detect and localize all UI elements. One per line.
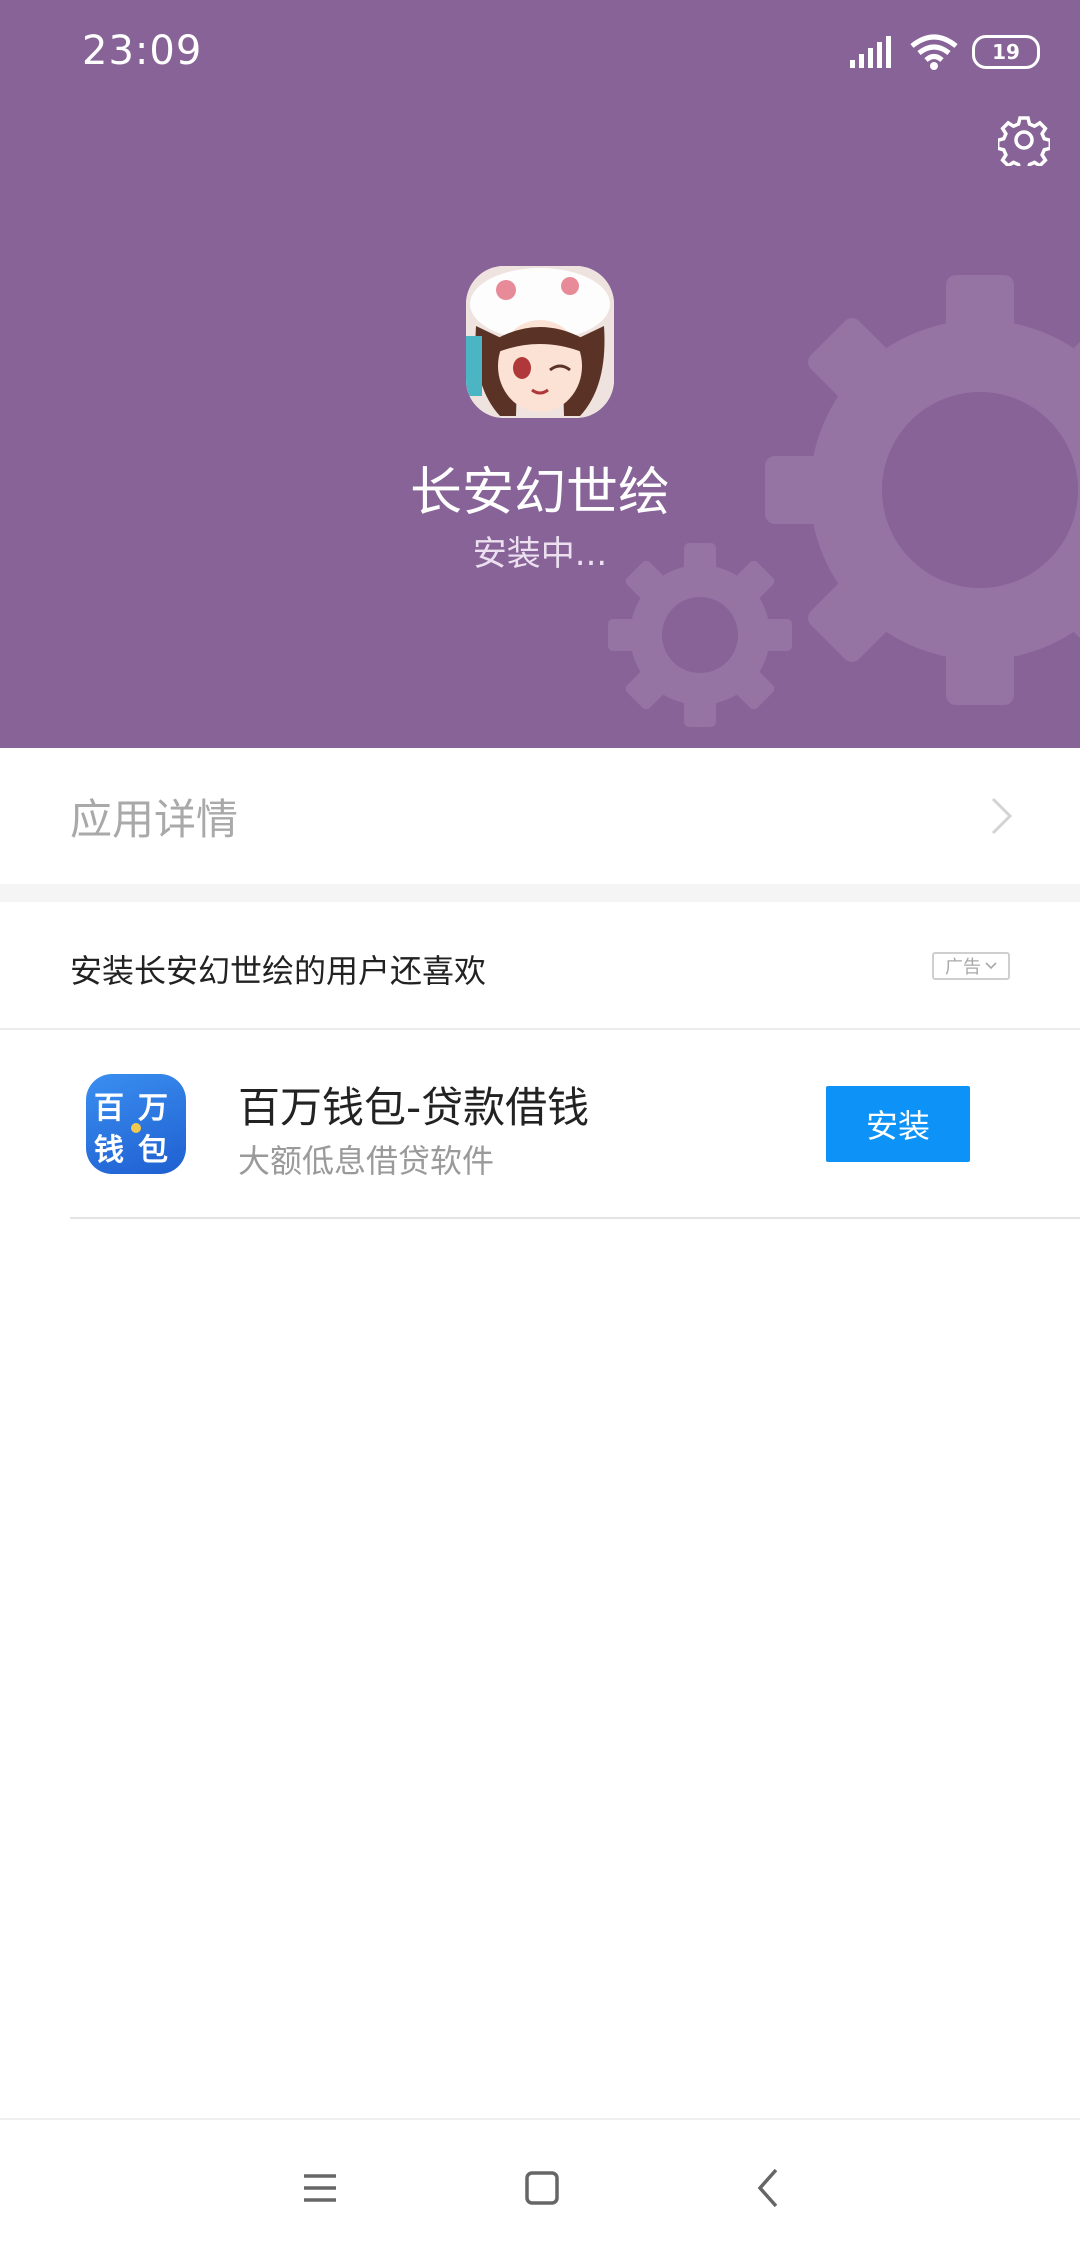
svg-text:万: 万: [138, 1091, 168, 1126]
status-time: 23:09: [82, 28, 203, 74]
chevron-down-icon: [985, 962, 997, 970]
app-name: 长安幻世绘: [409, 463, 670, 523]
install-button[interactable]: 安装: [826, 1086, 970, 1162]
menu-icon[interactable]: [290, 2158, 350, 2218]
signal-icon: [850, 36, 891, 68]
svg-text:包: 包: [138, 1133, 168, 1168]
svg-text:百: 百: [94, 1091, 124, 1126]
battery-indicator: 19: [972, 35, 1040, 69]
app-details-row[interactable]: 应用详情: [0, 748, 1080, 884]
home-icon[interactable]: [512, 2158, 572, 2218]
status-icons: 19: [850, 32, 1040, 72]
item-divider: [70, 1217, 1080, 1219]
section-divider: [0, 884, 1080, 902]
wifi-icon: [910, 34, 958, 70]
app-header: 23:09 19 长安幻世绘 安装中...: [0, 0, 1080, 748]
chevron-right-icon: [991, 797, 1013, 835]
recommendations-title: 安装长安幻世绘的用户还喜欢: [70, 952, 487, 990]
list-item[interactable]: 百 万 钱 包 百万钱包-贷款借钱 大额低息借贷软件 安装: [0, 1030, 1080, 1218]
svg-text:钱: 钱: [94, 1133, 124, 1168]
item-title: 百万钱包-贷款借钱: [238, 1083, 590, 1132]
recommendations-header: 安装长安幻世绘的用户还喜欢: [0, 902, 1080, 1030]
ad-badge[interactable]: 广告: [932, 952, 1010, 980]
app-details-label: 应用详情: [70, 794, 239, 844]
app-icon: [466, 266, 614, 418]
wallet-app-icon: 百 万 钱 包: [86, 1074, 186, 1174]
navigation-bar: [0, 2118, 1080, 2250]
install-status: 安装中...: [472, 534, 608, 574]
back-icon[interactable]: [740, 2158, 800, 2218]
ad-label: 广告: [945, 957, 981, 978]
settings-gear-icon[interactable]: [998, 114, 1050, 166]
battery-level: 19: [992, 40, 1020, 64]
item-subtitle: 大额低息借贷软件: [238, 1142, 495, 1180]
